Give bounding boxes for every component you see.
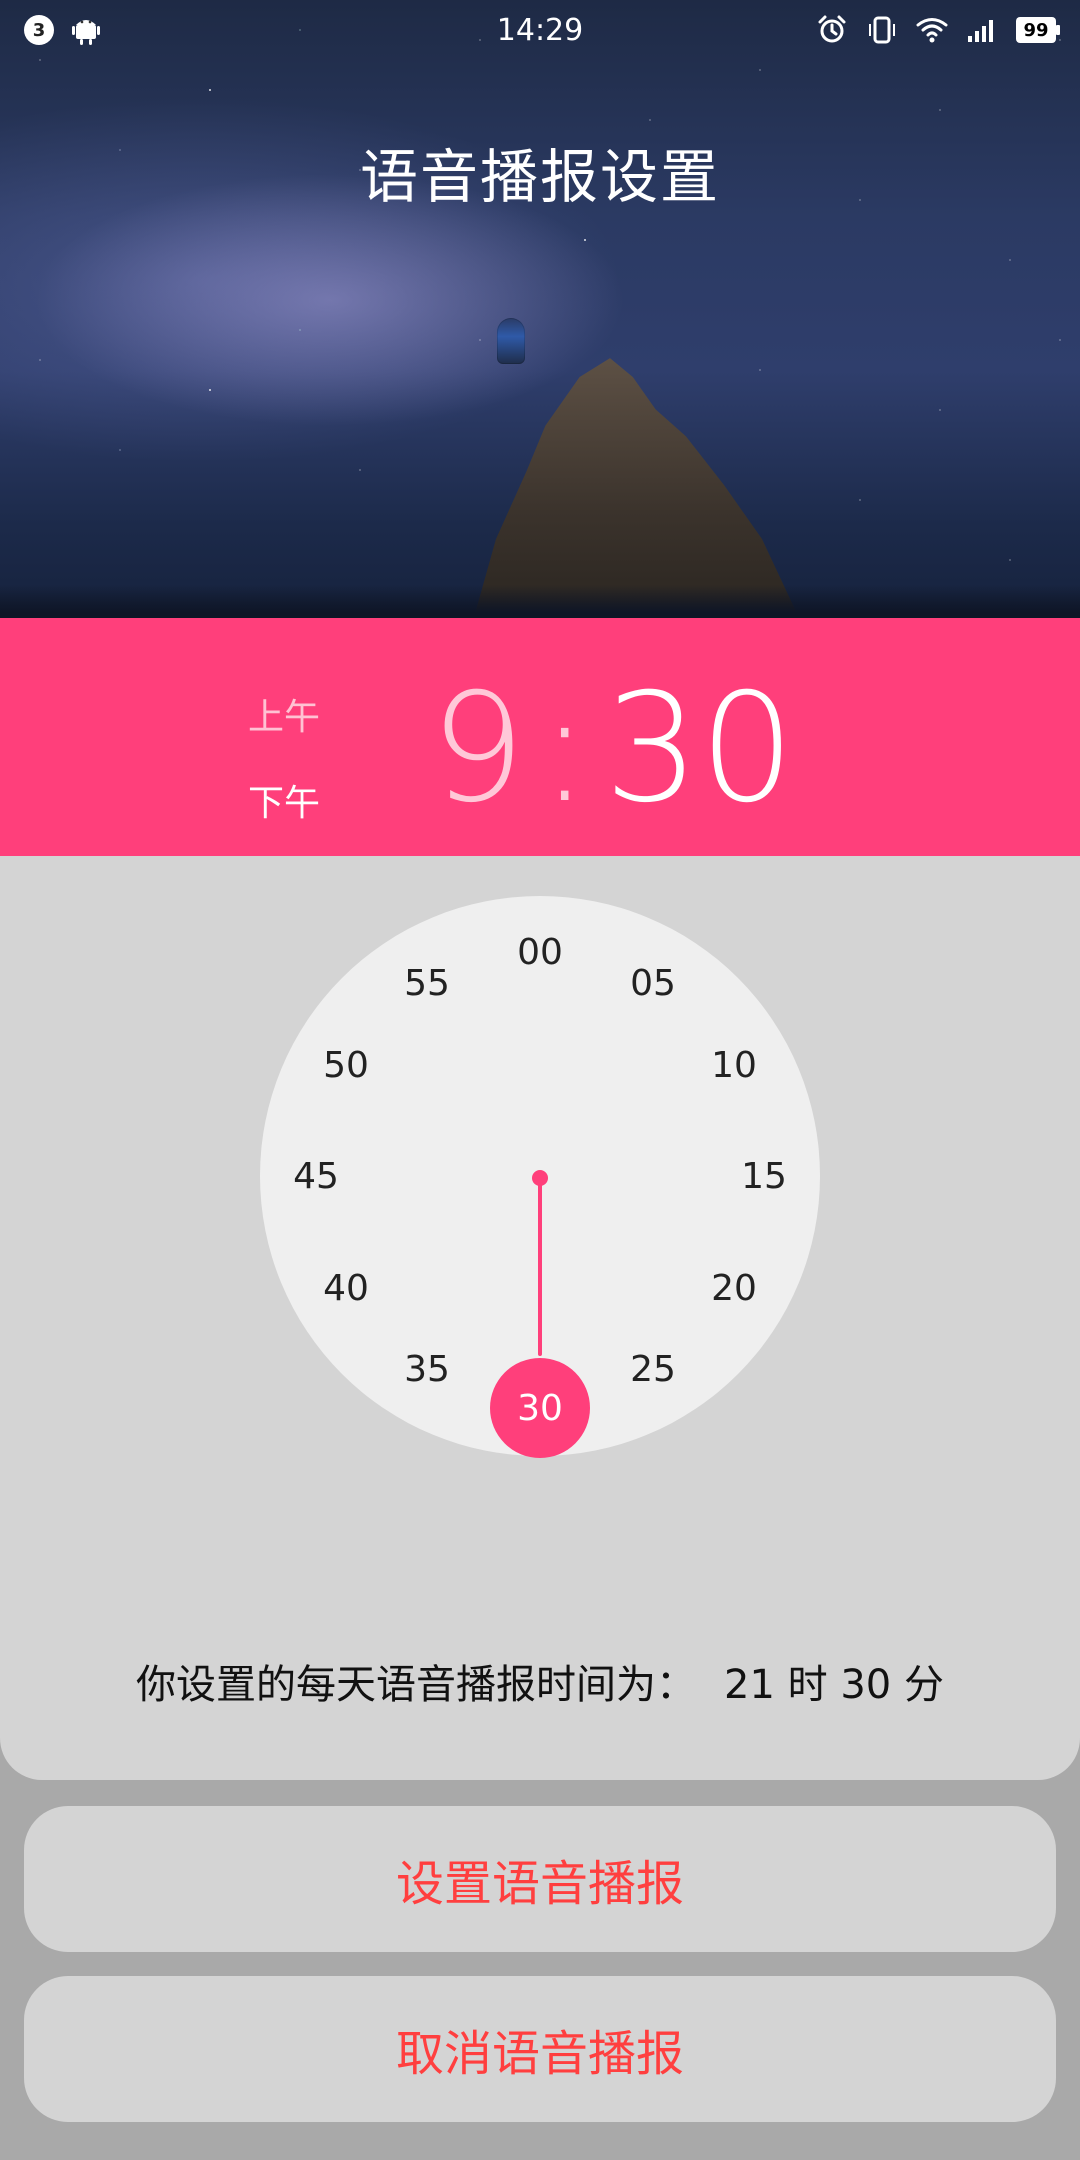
set-voice-broadcast-button[interactable]: 设置语音播报 (24, 1806, 1056, 1952)
alarm-icon (818, 15, 846, 43)
clock-number-45[interactable]: 45 (276, 1151, 356, 1201)
cancel-voice-broadcast-button[interactable]: 取消语音播报 (24, 1976, 1056, 2122)
clock-number-20[interactable]: 20 (694, 1263, 774, 1313)
header-background-image (0, 0, 1080, 618)
person-silhouette (497, 318, 525, 364)
clock-number-50[interactable]: 50 (306, 1040, 386, 1090)
clock-hand-center (532, 1170, 548, 1186)
clock-number-55[interactable]: 55 (387, 958, 467, 1008)
clock-number-05[interactable]: 05 (613, 958, 693, 1008)
status-right-group: 99 (816, 14, 1060, 46)
clock-hand (538, 1176, 542, 1356)
selected-time-summary: 你设置的每天语音播报时间为： 21 时 30 分 (0, 1652, 1080, 1710)
notification-count-badge: 3 (24, 15, 54, 45)
time-picker-card: 00 05 10 15 20 25 35 40 45 50 55 30 你设置的… (0, 856, 1080, 1780)
status-bar: 3 14:29 99 (0, 0, 1080, 60)
signal-icon (968, 20, 993, 42)
wifi-icon (916, 18, 948, 43)
clock-number-35[interactable]: 35 (387, 1344, 467, 1394)
time-display-banner: 上午 下午 9 : 30 (0, 618, 1080, 856)
minute-display[interactable]: 30 (604, 674, 795, 824)
hour-display[interactable]: 9 (430, 674, 525, 824)
summary-minute-unit: 分 (903, 1662, 944, 1708)
clock-number-25[interactable]: 25 (613, 1344, 693, 1394)
battery-icon: 99 (1016, 17, 1060, 43)
android-icon (72, 20, 100, 45)
clock-number-10[interactable]: 10 (694, 1040, 774, 1090)
summary-minute: 30 (840, 1662, 892, 1708)
summary-hour: 21 (724, 1662, 775, 1708)
selected-minute-bubble[interactable]: 30 (490, 1358, 590, 1458)
clock-number-00[interactable]: 00 (500, 927, 580, 977)
am-option[interactable]: 上午 (248, 688, 320, 740)
status-time: 14:29 (496, 12, 584, 48)
selected-time-display: 9 : 30 (430, 674, 795, 824)
ampm-selector: 上午 下午 (248, 688, 320, 826)
minute-clock-face[interactable]: 00 05 10 15 20 25 35 40 45 50 55 30 (260, 896, 820, 1458)
summary-hour-unit: 时 (787, 1662, 828, 1708)
summary-prefix: 你设置的每天语音播报时间为： (136, 1662, 697, 1708)
status-left-group: 3 (24, 15, 100, 45)
clock-number-40[interactable]: 40 (306, 1263, 386, 1313)
pm-option[interactable]: 下午 (248, 774, 320, 826)
time-separator: : (539, 662, 590, 836)
clock-number-15[interactable]: 15 (724, 1151, 804, 1201)
vibrate-icon (869, 16, 895, 44)
ground-silhouette (0, 585, 1080, 618)
page-title: 语音播报设置 (359, 143, 720, 211)
